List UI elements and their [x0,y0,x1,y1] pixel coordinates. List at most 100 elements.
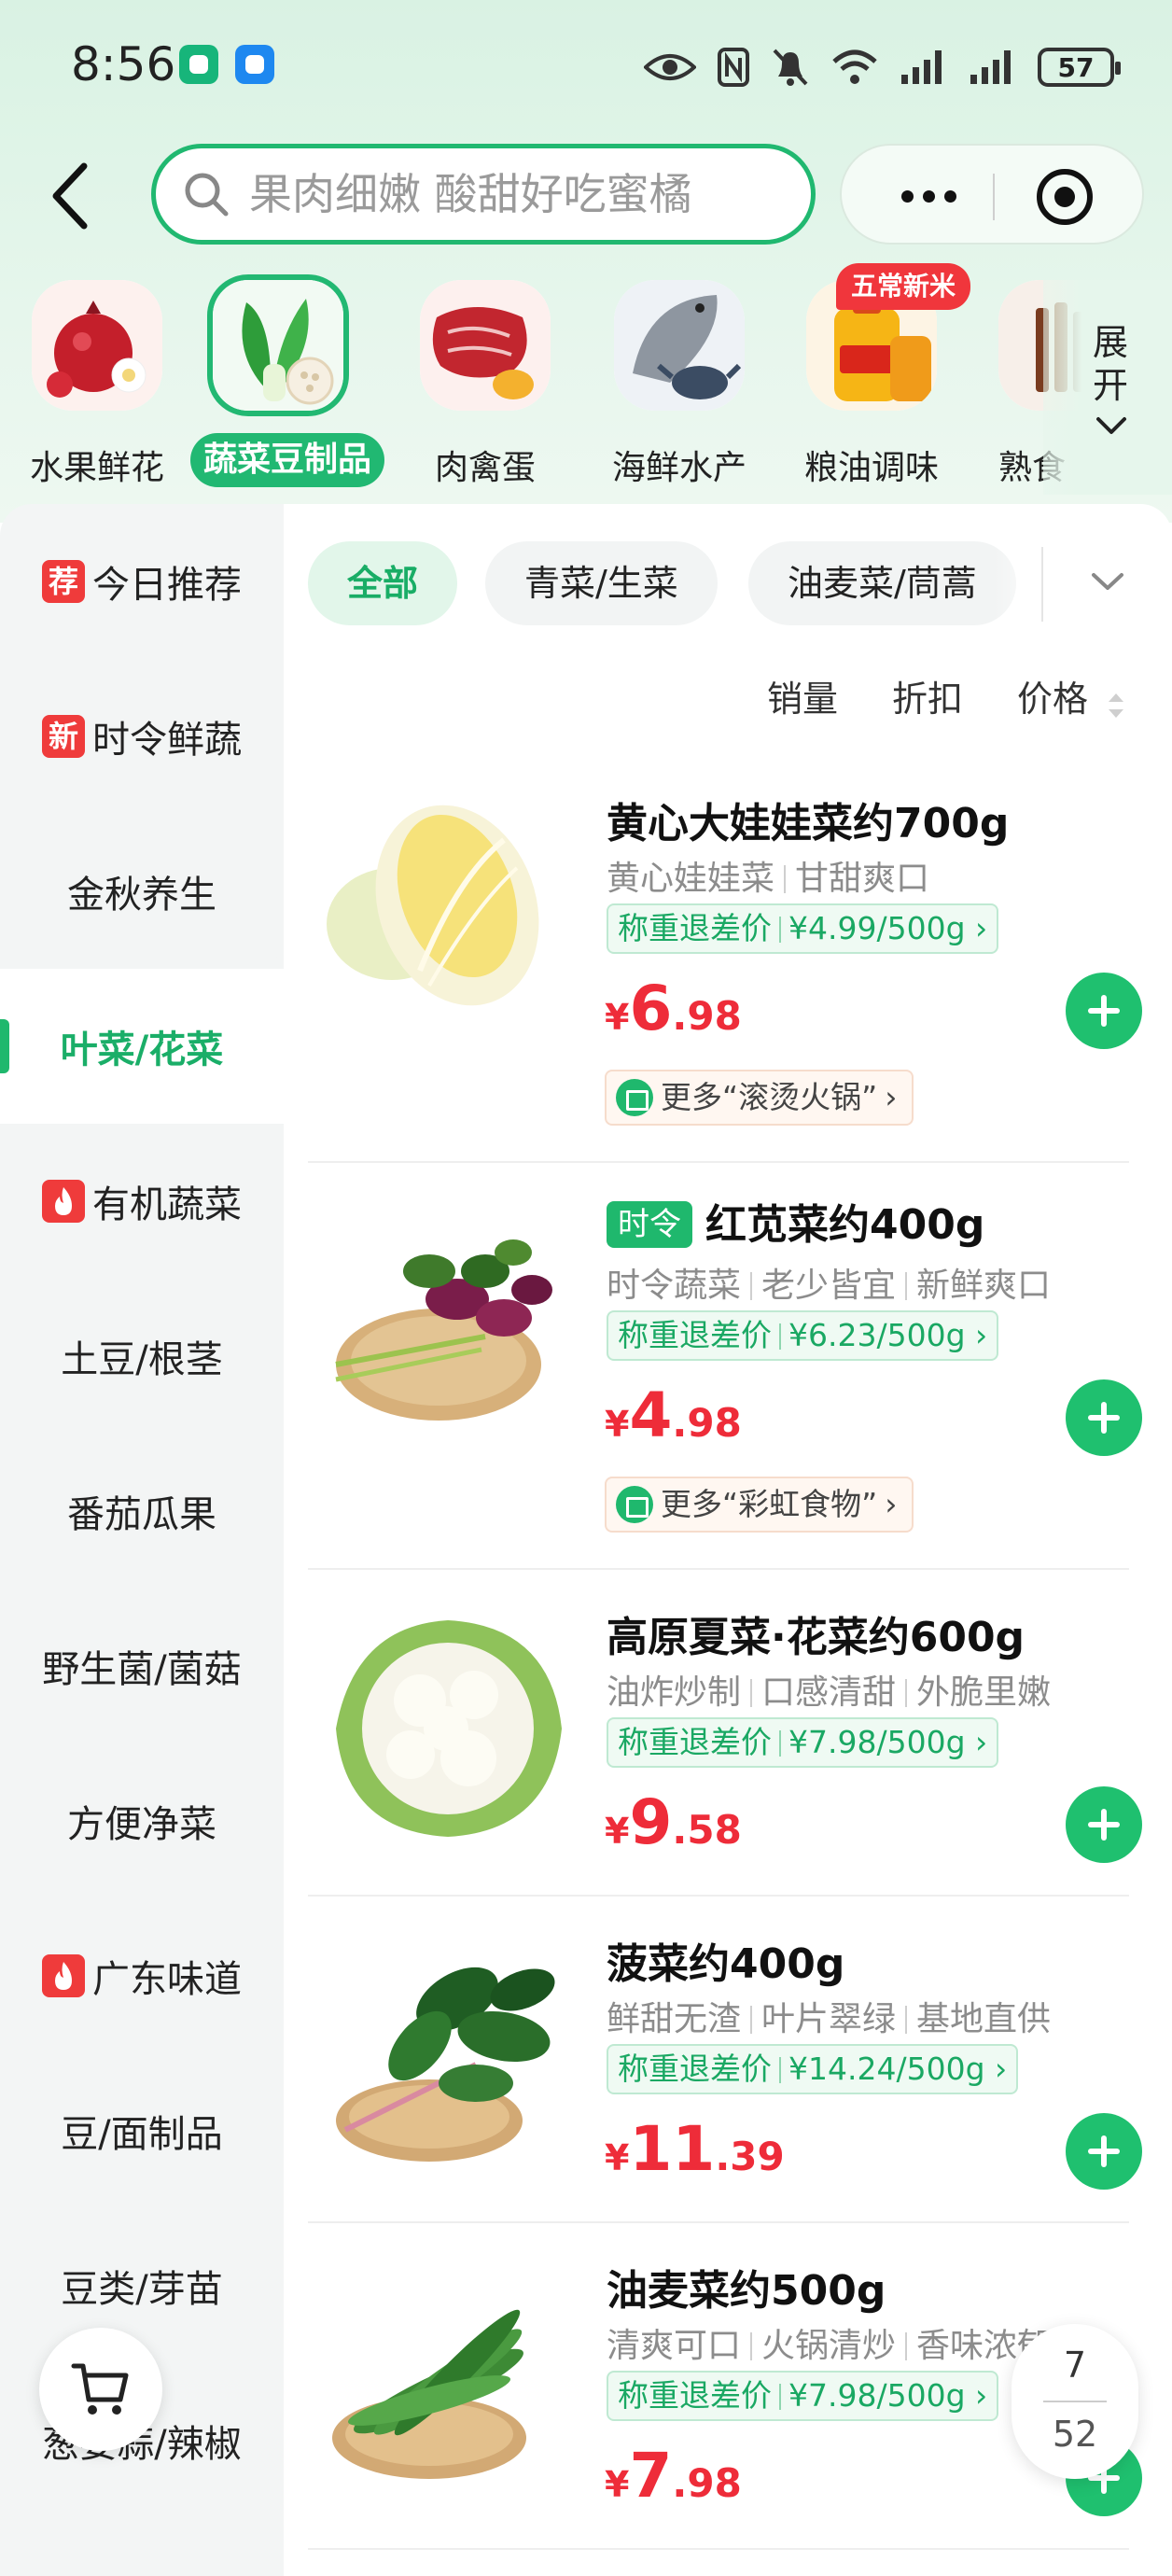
product-price: ¥7.98 [605,2440,742,2512]
product-image-red-amaranth [335,1239,552,1421]
desc-item: 外脆里嫩 [916,1673,1052,1712]
sort-arrows-icon [1109,693,1123,718]
add-to-cart-button[interactable] [1066,973,1142,1049]
product-card[interactable]: 油麦菜约500g 清爽可口 火锅清炒 香味浓郁 称重退差价 ¥7.98/500g › … [308,2223,1142,2550]
sidebar-item-today-recommend[interactable]: 荐 今日推荐 [0,504,284,659]
product-card[interactable]: 时令 红苋菜约400g 时令蔬菜 老少皆宜 新鲜爽口 称重退差价 ¥6.23/500g … [308,1163,1142,1570]
divider [750,1272,753,1300]
sidebar-item-prepared-veg[interactable]: 方便净菜 [0,1743,284,1898]
add-to-cart-button[interactable] [1066,1379,1142,1456]
divider [750,2332,753,2360]
sidebar-item-leafy-greens[interactable]: 叶菜/花菜 [0,969,284,1124]
sidebar-item-label: 方便净菜 [67,1803,216,1846]
capsule-divider [993,174,995,220]
divider [779,1730,781,1757]
add-to-cart-button[interactable] [1066,1786,1142,1863]
desc-item: 清爽可口 [607,2327,742,2365]
desc-item: 时令蔬菜 [607,1267,742,1305]
desc-item: 鲜甜无渣 [607,2000,742,2038]
expand-categories-button[interactable]: 展开 [1043,280,1172,495]
category-label: 肉禽蛋 [434,449,536,487]
more-menu-button[interactable] [877,164,980,228]
back-arrow-icon[interactable] [43,159,103,233]
product-desc: 清爽可口 火锅清炒 香味浓郁 [607,2318,1051,2367]
product-card[interactable]: 黄心大娃娃菜约700g 黄心娃娃菜 甘甜爽口 称重退差价 ¥4.99/500g › … [308,756,1142,1163]
sidebar-item-label: 土豆/根茎 [61,1338,223,1381]
desc-item: 黄心娃娃菜 [607,860,775,898]
price-integer: 4 [629,1379,673,1451]
category-meat-poultry-eggs[interactable]: 肉禽蛋 [392,280,579,487]
close-target-icon[interactable] [1032,164,1097,230]
eye-icon [644,54,696,80]
tab-romaine-chrysanthemum[interactable]: 油麦菜/茼蒿 [748,541,1016,625]
sidebar-item-beans-sprouts[interactable]: 豆类/芽苗 [0,2208,284,2363]
cart-button[interactable] [39,2328,162,2451]
category-vegetables-tofu[interactable]: 蔬菜豆制品 [185,274,384,487]
product-desc: 黄心娃娃菜 甘甜爽口 [607,851,929,900]
sidebar-item-label: 今日推荐 [92,564,242,607]
product-image-cauliflower [336,1620,562,1837]
tabs-divider [1041,547,1043,622]
product-name: 高原夏菜·花菜约600g [607,1614,1026,1661]
product-name: 菠菜约400g [607,1940,845,1988]
sidebar-item-label: 野生菌/菌菇 [42,1648,242,1691]
sidebar-item-tomato-melon[interactable]: 番茄瓜果 [0,1434,284,1589]
category-fruit-flowers[interactable]: 水果鲜花 [4,280,190,487]
category-seafood[interactable]: 海鲜水产 [586,280,773,487]
more-text: 更多“彩虹食物” [661,1486,878,1522]
chat-notification-icon [235,45,274,84]
product-card[interactable]: 菠菜约400g 鲜甜无渣 叶片翠绿 基地直供 称重退差价 ¥14.24/500g › … [308,1897,1142,2223]
category-grain-oil[interactable]: 粮油调味 [778,280,965,487]
price-integer: 11 [629,2113,716,2185]
sidebar-item-potato-roots[interactable]: 土豆/根茎 [0,1279,284,1434]
sidebar-item-autumn-health[interactable]: 金秋养生 [0,814,284,969]
product-card[interactable]: 高原夏菜·花菜约600g 油炸炒制 口感清甜 外脆里嫩 称重退差价 ¥7.98/500… [308,1570,1142,1897]
product-image-spinach [336,1967,555,2162]
divider [779,917,781,943]
sidebar-item-label: 广东味道 [92,1958,242,2001]
sidebar-item-organic[interactable]: 有机蔬菜 [0,1124,284,1279]
more-collection-link[interactable]: 更多“滚烫火锅” › [605,1070,914,1126]
product-price: ¥6.98 [605,973,742,1044]
sort-price[interactable]: 价格 [1017,670,1088,721]
dot [943,189,956,203]
search-input[interactable] [249,169,772,219]
cart-icon [71,2363,129,2415]
price-decimal: .39 [715,2134,785,2179]
page-indicator[interactable]: 7 52 [1012,2324,1138,2479]
weight-refund-tag: 称重退差价 ¥14.24/500g › [607,2044,1019,2094]
add-to-cart-button[interactable] [1066,2113,1142,2190]
sort-discount[interactable]: 折扣 [892,670,963,721]
weight-refund-tag: 称重退差价 ¥7.98/500g › [607,1717,999,1768]
chevron-down-icon[interactable] [1090,567,1125,595]
price-integer: 6 [629,973,673,1044]
battery-indicator: 57 [1038,48,1121,87]
price-integer: 9 [629,1786,673,1858]
unit-price: ¥6.23/500g [788,1317,966,1353]
dot [900,189,914,203]
weight-refund-tag: 称重退差价 ¥4.99/500g › [607,903,999,954]
divider [905,2006,908,2034]
more-collection-link[interactable]: 更多“彩虹食物” › [605,1477,914,1533]
fire-icon [42,1954,85,1997]
fire-icon [42,1180,85,1223]
unit-label: 称重退差价 [618,1724,772,1760]
divider [905,1679,908,1707]
price-decimal: .98 [672,993,742,1039]
sidebar-item-seasonal[interactable]: 新 时令鲜蔬 [0,659,284,814]
sidebar-item-cantonese[interactable]: 广东味道 [0,1898,284,2053]
sidebar-item-bean-noodle[interactable]: 豆/面制品 [0,2053,284,2208]
tab-all[interactable]: 全部 [308,541,458,625]
divider [750,2006,753,2034]
nfc-icon [718,48,749,87]
divider [779,1323,781,1350]
unit-label: 称重退差价 [618,2377,772,2414]
tab-greens-lettuce[interactable]: 青菜/生菜 [485,541,718,625]
product-price: ¥9.58 [605,1786,742,1858]
divider [905,1272,908,1300]
sidebar-item-mushrooms[interactable]: 野生菌/菌菇 [0,1589,284,1743]
mute-icon [773,49,808,86]
sort-sales[interactable]: 销量 [767,670,838,721]
currency: ¥ [605,1811,630,1852]
search-bar[interactable] [151,144,816,245]
